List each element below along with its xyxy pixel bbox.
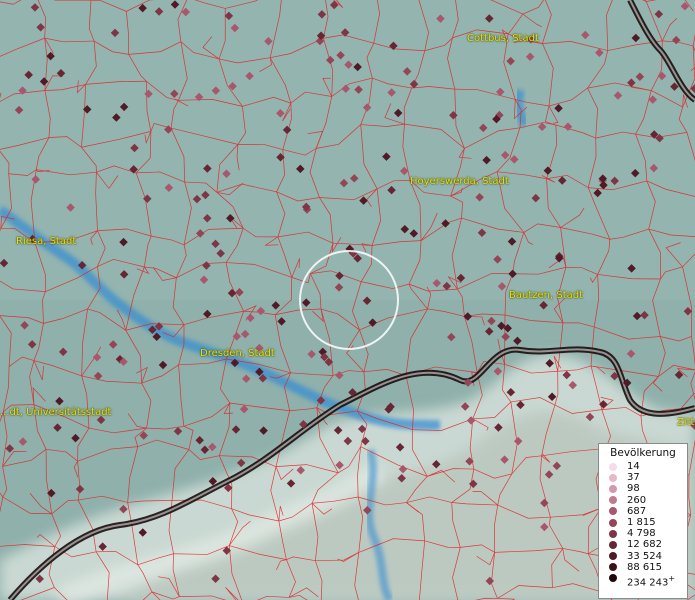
legend-item: 33 524 [599,551,687,562]
legend-swatch-icon [609,518,617,527]
legend-label: 14 [627,461,640,472]
legend-swatch-icon [609,540,617,549]
legend-swatch-icon [609,484,617,493]
legend-swatch-icon [609,507,617,516]
legend-item: 88 615 [599,562,687,573]
city-label-hoyerswerda[interactable]: Hoyerswerda, Stadt [410,176,509,187]
legend-item: 234 243+ [599,573,687,588]
legend-label: 687 [627,505,647,517]
city-label-cottbus[interactable]: Cottbus, Stadt [467,33,539,44]
legend-label: 12 682 [627,539,662,551]
legend-item: 1 815 [599,517,687,528]
legend-swatch-icon [609,473,617,482]
legend-item: 4 798 [599,528,687,539]
population-legend: Bevölkerung 14 37 98 260 687 1 815 4 798 12 682… [598,443,688,599]
legend-swatch-icon [609,563,617,572]
legend-item: 98 [599,483,687,494]
zoom-lens-ring[interactable] [299,250,399,350]
city-label-zittau[interactable]: Zitt... [677,417,695,428]
legend-swatch-icon [609,529,617,538]
legend-swatch-icon [609,462,617,471]
city-label-bautzen[interactable]: Bautzen, Stadt [509,290,583,301]
map-canvas[interactable]: Cottbus, Stadt Hoyerswerda, Stadt Riesa,… [0,0,695,600]
legend-label: 88 615 [627,561,662,573]
legend-label: 98 [627,483,640,495]
legend-item: 260 [599,495,687,506]
legend-title: Bevölkerung [610,447,676,459]
legend-label: 37 [627,472,640,484]
legend-plus-mark: + [668,573,676,583]
legend-swatch-icon [609,574,617,583]
legend-label: 4 798 [627,528,656,540]
legend-rows: 14 37 98 260 687 1 815 4 798 12 682 33 524 88 615… [599,461,687,588]
legend-swatch-icon [609,496,617,505]
legend-item: 37 [599,472,687,483]
city-label-riesa[interactable]: Riesa, Stadt [16,236,76,247]
legend-label: 1 815 [627,516,656,528]
legend-label: 234 243 [627,577,669,589]
legend-item: 687 [599,506,687,517]
city-label-dresden[interactable]: Dresden, Stadt [200,348,275,359]
legend-item: 12 682 [599,539,687,550]
legend-item: 14 [599,461,687,472]
legend-swatch-icon [609,552,617,561]
legend-label: 260 [627,494,647,506]
legend-label: 33 524 [627,550,662,562]
city-label-universitaetsstadt[interactable]: ...dt, Universitätsstadt [0,407,111,418]
